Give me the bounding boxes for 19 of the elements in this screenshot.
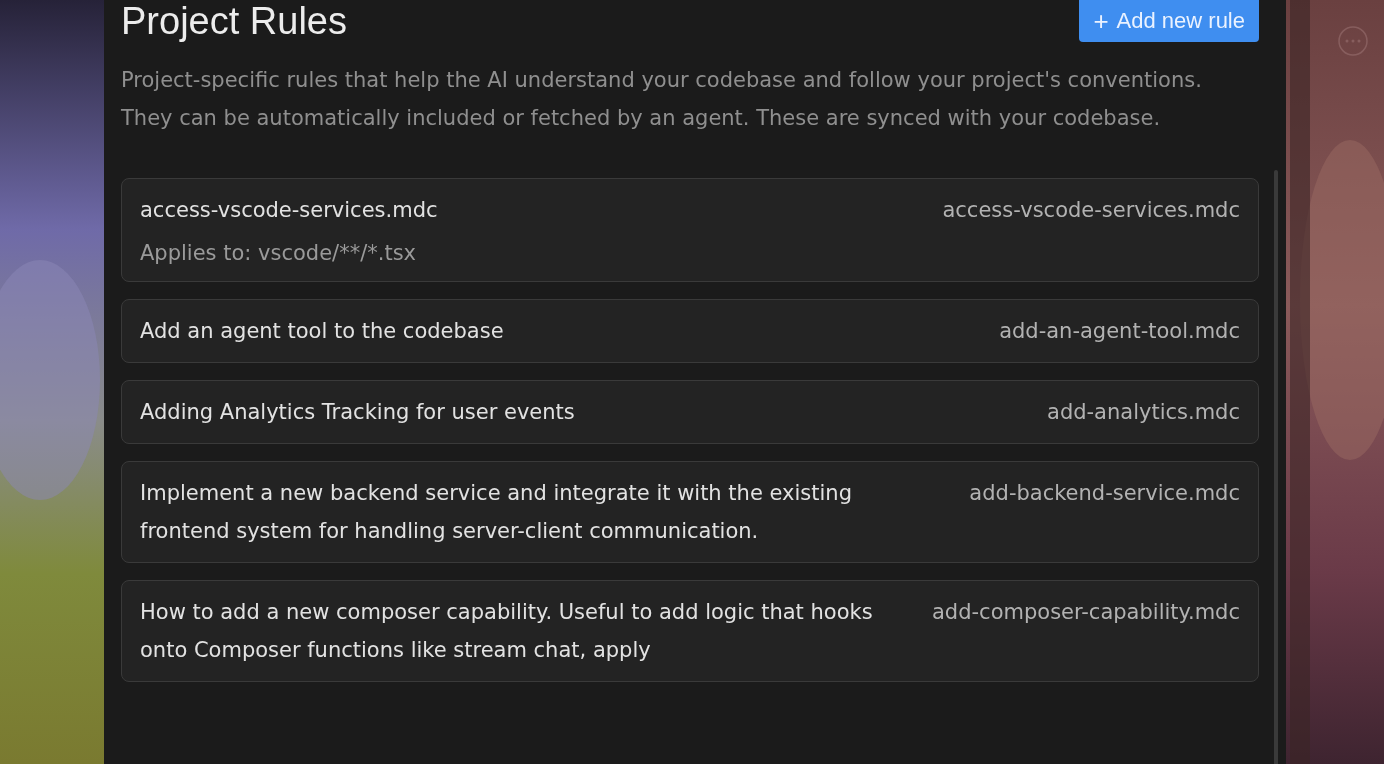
rule-filename: add-an-agent-tool.mdc xyxy=(999,318,1240,345)
section-title: Project Rules xyxy=(121,0,347,42)
rule-filename: add-backend-service.mdc xyxy=(969,480,1240,507)
rule-filename: access-vscode-services.mdc xyxy=(942,197,1240,224)
rule-card[interactable]: Implement a new backend service and integrate it with the existing frontend system for handling server-client communication. add-backend-service.mdc xyxy=(121,461,1259,563)
more-icon[interactable] xyxy=(1337,25,1369,57)
section-description: Project-specific rules that help the AI understand your codebase and follow your project's conventions. They can be automatically included or fetched by an agent. These are synced with your codebase. xyxy=(121,67,1203,132)
rule-glob: Applies to: vscode/**/*.tsx xyxy=(140,240,417,267)
rule-card[interactable]: access-vscode-services.mdc Applies to: vscode/**/*.tsx access-vscode-services.mdc xyxy=(121,178,1259,282)
rule-card[interactable]: How to add a new composer capability. Useful to add logic that hooks onto Composer functions like stream chat, apply add-composer-capability.mdc xyxy=(121,580,1259,682)
rule-card[interactable]: Add an agent tool to the codebase add-an-agent-tool.mdc xyxy=(121,299,1259,363)
rule-description: How to add a new composer capability. Useful to add logic that hooks onto Composer functions like stream chat, apply xyxy=(140,599,874,664)
rule-description: access-vscode-services.mdc xyxy=(140,197,438,224)
rule-description: Adding Analytics Tracking for user events xyxy=(140,399,575,426)
rule-card[interactable]: Adding Analytics Tracking for user events add-analytics.mdc xyxy=(121,380,1259,444)
rule-description: Implement a new backend service and integrate it with the existing frontend system for handling server-client communication. xyxy=(140,480,853,545)
rule-filename: add-analytics.mdc xyxy=(1047,399,1240,426)
rule-filename: add-composer-capability.mdc xyxy=(932,599,1240,626)
rule-description: Add an agent tool to the codebase xyxy=(140,318,504,345)
